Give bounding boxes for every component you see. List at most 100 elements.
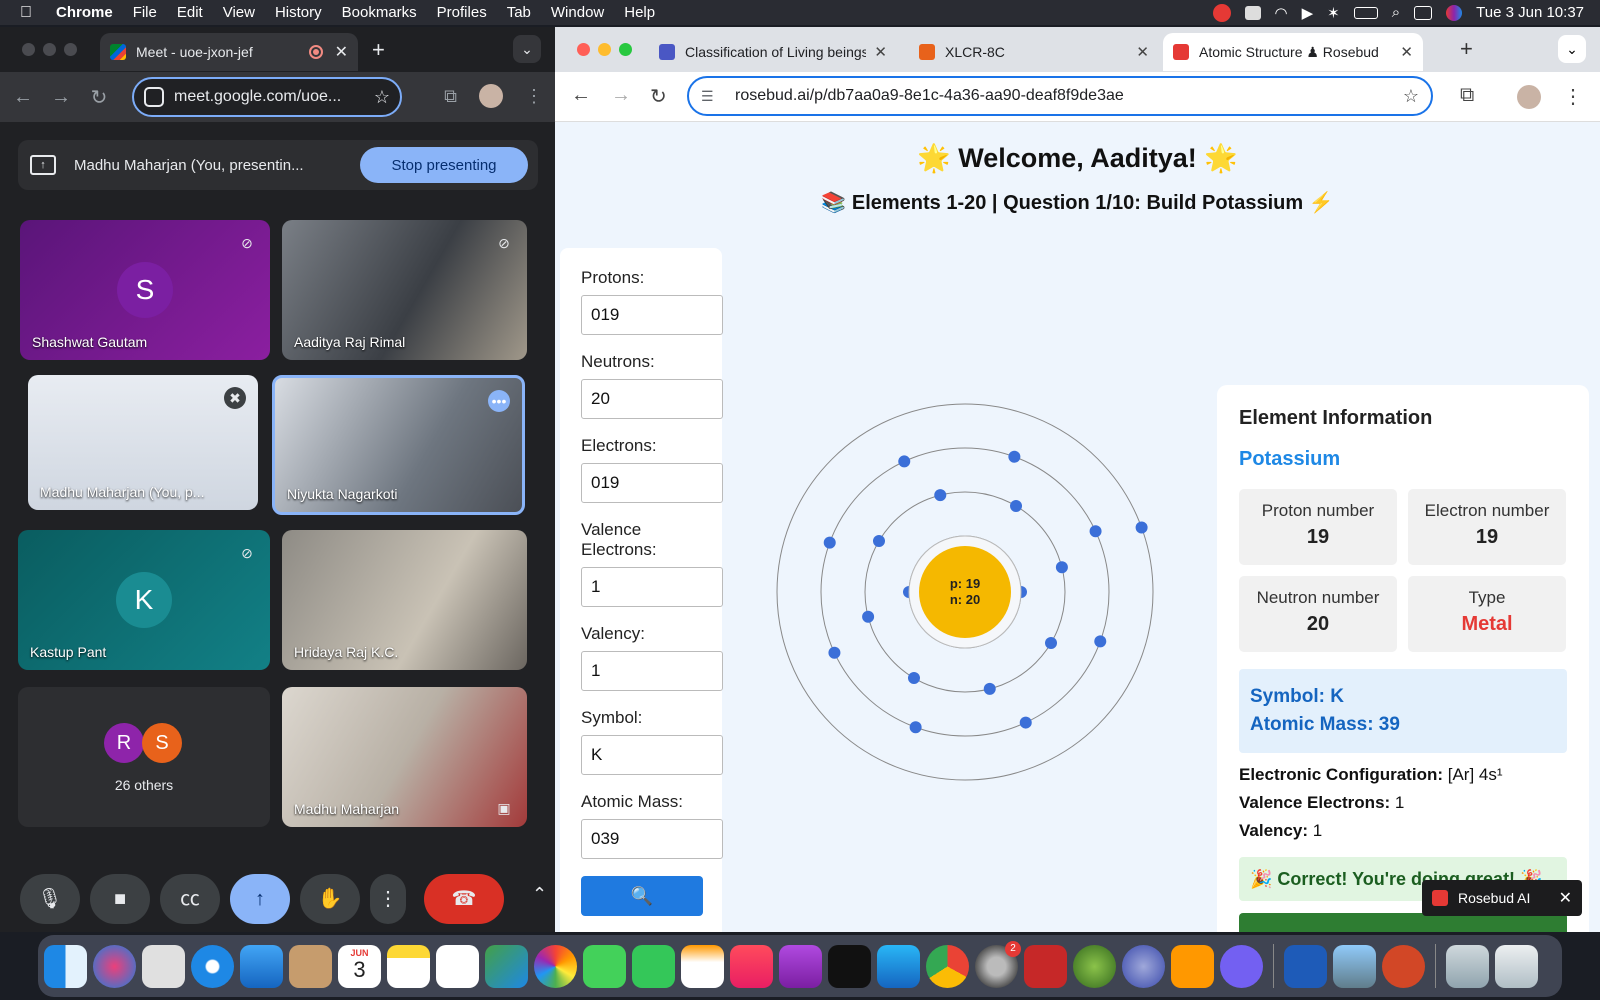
forward-arrow-icon[interactable]: →: [46, 86, 76, 109]
powerpoint-icon[interactable]: [1382, 944, 1425, 988]
tab-xlcr[interactable]: XLCR-8C ✕: [909, 33, 1159, 71]
site-settings-icon[interactable]: ☰: [701, 88, 719, 105]
others-tile[interactable]: R S 26 others: [18, 687, 270, 827]
contacts-icon[interactable]: [289, 944, 332, 988]
menu-edit[interactable]: Edit: [177, 4, 203, 21]
rosebud-ai-badge[interactable]: Rosebud AI ✕: [1422, 880, 1582, 916]
participant-tile[interactable]: K ⊘ Kastup Pant: [18, 530, 270, 670]
valency-input[interactable]: [581, 651, 723, 691]
extensions-icon[interactable]: ⧉: [444, 86, 457, 107]
atomic-mass-input[interactable]: [581, 819, 723, 859]
siri-icon[interactable]: [1446, 4, 1463, 21]
spotlight-icon[interactable]: ⌕: [1392, 4, 1400, 21]
books-icon[interactable]: [1171, 944, 1214, 988]
podcasts-icon[interactable]: [779, 944, 822, 988]
tv-icon[interactable]: [828, 944, 871, 988]
mail-icon[interactable]: [240, 944, 283, 988]
close-icon[interactable]: ✕: [1136, 43, 1149, 61]
menu-bookmarks[interactable]: Bookmarks: [342, 4, 417, 21]
preview-icon[interactable]: [1333, 944, 1376, 988]
menu-view[interactable]: View: [223, 4, 255, 21]
raise-hand-button[interactable]: ✋: [300, 874, 360, 924]
system-settings-icon[interactable]: 2: [975, 940, 1021, 988]
participant-tile[interactable]: ⊘ Aaditya Raj Rimal: [282, 220, 527, 360]
stop-presenting-button[interactable]: Stop presenting: [360, 147, 528, 183]
music-icon[interactable]: [730, 944, 773, 988]
bluetooth-icon[interactable]: ✶: [1327, 4, 1340, 22]
qgis-icon[interactable]: [1073, 944, 1116, 988]
participant-tile[interactable]: S ⊘ Shashwat Gautam: [20, 220, 270, 360]
tab-search-button[interactable]: ⌄: [513, 35, 541, 63]
close-icon[interactable]: ✕: [335, 42, 348, 62]
reload-icon[interactable]: ↻: [650, 84, 667, 109]
close-window-button[interactable]: [22, 43, 35, 56]
safari-icon[interactable]: [191, 944, 234, 988]
zoom-window-button[interactable]: [64, 43, 77, 56]
more-options-icon[interactable]: •••: [488, 390, 510, 412]
app-store-icon[interactable]: [877, 944, 920, 988]
chevron-up-icon[interactable]: ⌃: [532, 884, 547, 905]
valence-electrons-input[interactable]: [581, 567, 723, 607]
more-menu-icon[interactable]: ⋮: [1563, 84, 1583, 109]
close-window-button[interactable]: [577, 43, 590, 56]
meet-address-bar[interactable]: meet.google.com/uoe... ☆: [132, 77, 402, 117]
minimize-window-button[interactable]: [43, 43, 56, 56]
site-info-icon[interactable]: [144, 87, 164, 107]
symbol-input[interactable]: [581, 735, 723, 775]
profile-avatar[interactable]: [479, 84, 503, 108]
protons-input[interactable]: [581, 295, 723, 335]
trash-icon[interactable]: [1495, 944, 1538, 988]
word-icon[interactable]: [1284, 944, 1327, 988]
picture-in-picture-icon[interactable]: ▣: [493, 797, 515, 819]
clock[interactable]: Tue 3 Jun 10:37: [1476, 4, 1584, 21]
siri-icon[interactable]: [93, 944, 136, 988]
photos-icon[interactable]: [534, 944, 577, 988]
launchpad-icon[interactable]: [142, 944, 185, 988]
camera-button[interactable]: ■: [90, 874, 150, 924]
messages-icon[interactable]: [583, 944, 626, 988]
close-icon[interactable]: ✕: [1559, 888, 1572, 908]
control-center-icon[interactable]: [1414, 5, 1433, 20]
neutrons-input[interactable]: [581, 379, 723, 419]
viber-icon[interactable]: [1220, 944, 1263, 988]
reminders-icon[interactable]: [436, 944, 479, 988]
back-arrow-icon[interactable]: ←: [571, 84, 591, 107]
wifi-icon[interactable]: ◠: [1275, 4, 1288, 22]
facetime-icon[interactable]: [632, 944, 675, 988]
maps-icon[interactable]: [485, 944, 528, 988]
tab-classification[interactable]: Classification of Living beings ✕: [649, 33, 897, 71]
more-options-button[interactable]: ⋮: [370, 874, 406, 924]
new-tab-button[interactable]: +: [372, 37, 385, 63]
notification-icon[interactable]: [1212, 3, 1231, 22]
participant-tile-screen-share[interactable]: ✖ Madhu Maharjan (You, p...: [28, 375, 258, 510]
finder-icon[interactable]: [44, 944, 87, 988]
pages-icon[interactable]: [681, 944, 724, 988]
more-menu-icon[interactable]: ⋮: [525, 86, 543, 107]
menu-history[interactable]: History: [275, 4, 322, 21]
microphone-button[interactable]: 🎙: [20, 874, 80, 924]
status-icon[interactable]: [1244, 5, 1261, 20]
close-icon[interactable]: ✕: [1400, 43, 1413, 61]
new-tab-button[interactable]: +: [1460, 36, 1473, 62]
leave-call-button[interactable]: ☎: [424, 874, 504, 924]
back-arrow-icon[interactable]: ←: [8, 86, 38, 109]
tab-search-button[interactable]: ⌄: [1558, 35, 1586, 63]
bookmark-star-icon[interactable]: ☆: [1403, 86, 1419, 107]
apple-icon[interactable]: : [20, 4, 40, 22]
calendar-icon[interactable]: JUN 3: [338, 944, 381, 988]
minimize-window-button[interactable]: [598, 43, 611, 56]
reload-icon[interactable]: ↻: [84, 85, 114, 110]
extensions-icon[interactable]: ⧉: [1460, 84, 1474, 107]
rosebud-address-bar[interactable]: ☰ rosebud.ai/p/db7aa0a9-8e1c-4a36-aa90-d…: [687, 76, 1433, 116]
zoom-window-button[interactable]: [619, 43, 632, 56]
menu-profiles[interactable]: Profiles: [437, 4, 487, 21]
close-icon[interactable]: ✕: [874, 43, 887, 61]
electrons-input[interactable]: [581, 463, 723, 503]
participant-tile[interactable]: Hridaya Raj K.C.: [282, 530, 527, 670]
tab-meet[interactable]: Meet - uoe-jxon-jef ✕: [100, 33, 358, 71]
menu-window[interactable]: Window: [551, 4, 604, 21]
menu-tab[interactable]: Tab: [507, 4, 531, 21]
bookmark-star-icon[interactable]: ☆: [374, 87, 390, 108]
play-icon[interactable]: ▶: [1302, 4, 1314, 22]
menu-file[interactable]: File: [133, 4, 157, 21]
